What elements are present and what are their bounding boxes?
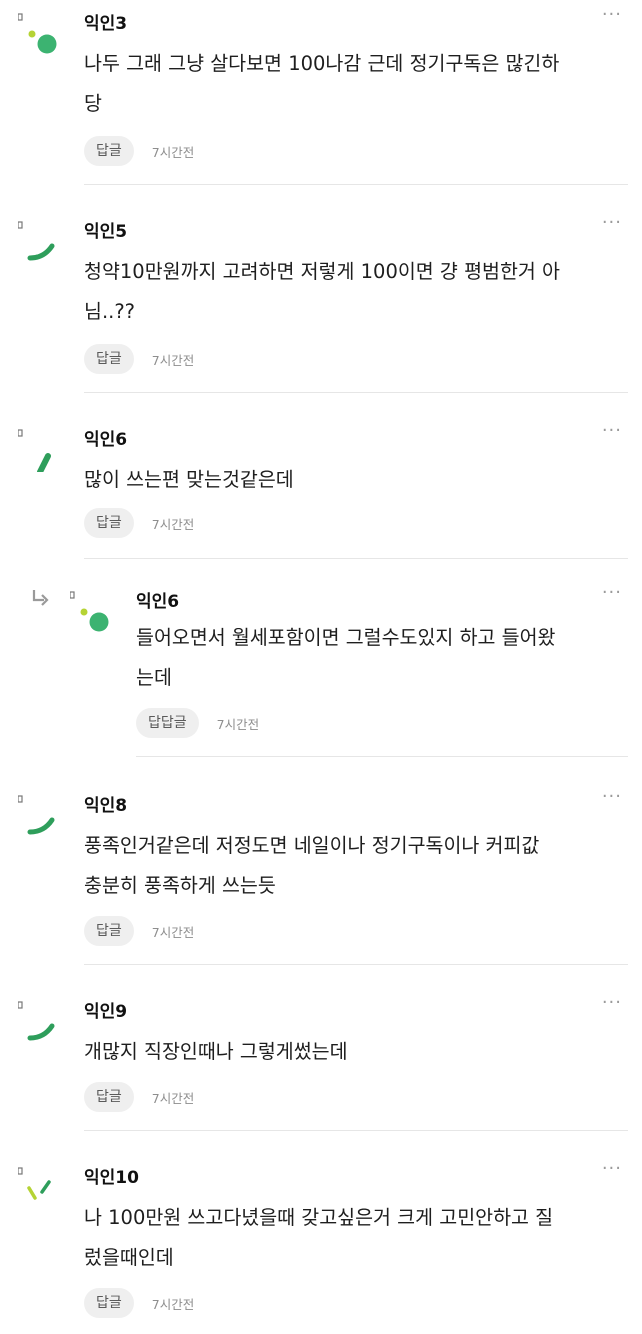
comment-footer: 답글 7시간전 (84, 916, 194, 946)
avatar[interactable] (18, 792, 64, 838)
comment-text: 나두 그래 그냥 살다보면 100나감 근데 정기구독은 많긴하 당 (84, 52, 560, 115)
comment-text: 나 100만원 쓰고다녔을때 갖고싶은거 크게 고민안하고 질 렀을때인데 (84, 1206, 554, 1269)
reply-button[interactable]: 답글 (84, 1288, 134, 1318)
comment-author[interactable]: 익인9 (84, 997, 127, 1022)
comment-footer: 답글 7시간전 (84, 508, 194, 538)
reply-comment-item: 익인6 ··· 들어오면서 월세포함이면 그럴수도있지 하고 들어왔 는데 답답… (0, 578, 642, 760)
reply-button[interactable]: 답글 (84, 916, 134, 946)
avatar[interactable] (18, 218, 64, 264)
comment-footer: 답글 7시간전 (84, 136, 194, 166)
more-options-icon[interactable]: ··· (602, 992, 622, 1013)
timestamp: 7시간전 (151, 1090, 195, 1106)
timestamp: 7시간전 (151, 924, 195, 940)
comment-text: 청약10만원까지 고려하면 저렇게 100이면 걍 평범한거 아 님..?? (84, 260, 560, 323)
avatar[interactable] (18, 1164, 64, 1210)
avatar[interactable] (18, 10, 64, 56)
comment-item: 익인3 ··· 나두 그래 그냥 살다보면 100나감 근데 정기구독은 많긴하… (0, 0, 642, 186)
comment-item: 익인5 ··· 청약10만원까지 고려하면 저렇게 100이면 걍 평범한거 아… (0, 208, 642, 394)
comment-item: 익인8 ··· 풍족인거같은데 저정도면 네일이나 정기구독이나 커피값 충분히… (0, 782, 642, 968)
divider (84, 392, 628, 393)
more-options-icon[interactable]: ··· (602, 212, 622, 233)
comment-list: 익인3 ··· 나두 그래 그냥 살다보면 100나감 근데 정기구독은 많긴하… (0, 0, 642, 1334)
reply-button[interactable]: 답글 (84, 136, 134, 166)
comment-author[interactable]: 익인10 (84, 1163, 139, 1188)
reply-button[interactable]: 답글 (84, 344, 134, 374)
divider (84, 1130, 628, 1131)
comment-item: 익인9 ··· 개많지 직장인때나 그렇게썼는데 답글 7시간전 (0, 988, 642, 1134)
more-options-icon[interactable]: ··· (602, 582, 622, 603)
reply-button[interactable]: 답답글 (136, 708, 199, 738)
more-options-icon[interactable]: ··· (602, 1158, 622, 1179)
comment-footer: 답글 7시간전 (84, 344, 194, 374)
comment-author[interactable]: 익인8 (84, 791, 127, 816)
comment-footer: 답글 7시간전 (84, 1082, 194, 1112)
reply-button[interactable]: 답글 (84, 508, 134, 538)
comment-footer: 답답글 7시간전 (136, 708, 259, 738)
comment-text: 들어오면서 월세포함이면 그럴수도있지 하고 들어왔 는데 (136, 626, 556, 689)
comment-author[interactable]: 익인5 (84, 217, 127, 242)
divider (84, 184, 628, 185)
more-options-icon[interactable]: ··· (602, 786, 622, 807)
avatar[interactable] (18, 426, 64, 472)
divider (84, 964, 628, 965)
comment-author[interactable]: 익인6 (136, 587, 179, 612)
timestamp: 7시간전 (216, 716, 260, 732)
comment-author[interactable]: 익인6 (84, 425, 127, 450)
comment-author[interactable]: 익인3 (84, 9, 127, 34)
comment-footer: 답글 7시간전 (84, 1288, 194, 1318)
divider (136, 756, 628, 757)
avatar[interactable] (18, 998, 64, 1044)
timestamp: 7시간전 (151, 144, 195, 160)
divider (84, 558, 628, 559)
comment-text: 개많지 직장인때나 그렇게썼는데 (84, 1040, 348, 1063)
avatar[interactable] (70, 588, 116, 634)
reply-button[interactable]: 답글 (84, 1082, 134, 1112)
timestamp: 7시간전 (151, 1296, 195, 1312)
timestamp: 7시간전 (151, 516, 195, 532)
timestamp: 7시간전 (151, 352, 195, 368)
comment-text: 많이 쓰는편 맞는것같은데 (84, 468, 294, 491)
more-options-icon[interactable]: ··· (602, 420, 622, 441)
reply-arrow-icon (32, 590, 49, 606)
more-options-icon[interactable]: ··· (602, 4, 622, 25)
comment-text: 풍족인거같은데 저정도면 네일이나 정기구독이나 커피값 충분히 풍족하게 쓰는… (84, 834, 540, 897)
comment-item: 익인10 ··· 나 100만원 쓰고다녔을때 갖고싶은거 크게 고민안하고 질… (0, 1154, 642, 1334)
comment-item: 익인6 ··· 많이 쓰는편 맞는것같은데 답글 7시간전 (0, 416, 642, 560)
